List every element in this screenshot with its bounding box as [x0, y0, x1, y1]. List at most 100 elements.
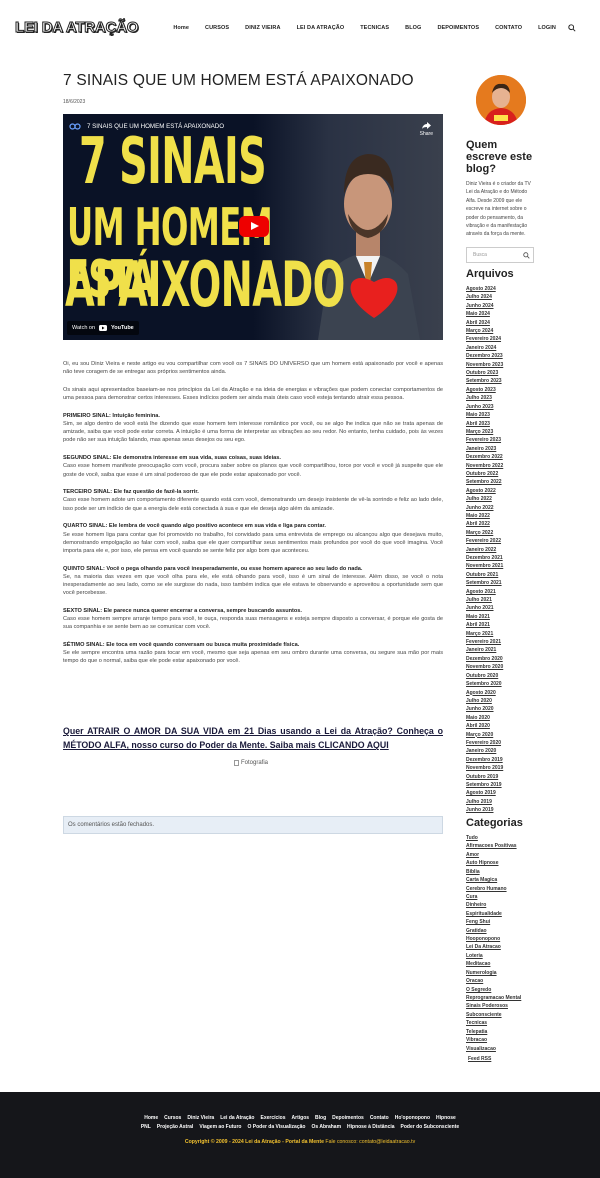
archive-link[interactable]: Dezembro 2023 — [466, 352, 503, 360]
archive-link[interactable]: Janeiro 2020 — [466, 747, 503, 755]
video-title[interactable]: 7 SINAIS QUE UM HOMEM ESTÁ APAIXONADO — [87, 123, 224, 130]
archive-link[interactable]: Agosto 2023 — [466, 386, 503, 394]
archive-link[interactable]: Setembro 2021 — [466, 579, 503, 587]
archive-link[interactable]: Março 2023 — [466, 428, 503, 436]
archive-link[interactable]: Julho 2024 — [466, 293, 503, 301]
metodo-alfa-cta-link[interactable]: Quer ATRAIR O AMOR DA SUA VIDA em 21 Dia… — [63, 724, 443, 752]
archive-link[interactable]: Outubro 2022 — [466, 470, 503, 478]
archive-link[interactable]: Outubro 2021 — [466, 571, 503, 579]
category-link[interactable]: Reprogramacao Mental — [466, 994, 521, 1002]
archive-link[interactable]: Abril 2023 — [466, 420, 503, 428]
category-link[interactable]: Amor — [466, 851, 521, 859]
category-link[interactable]: Vibracao — [466, 1036, 521, 1044]
archive-link[interactable]: Junho 2024 — [466, 302, 503, 310]
archive-link[interactable]: Setembro 2023 — [466, 377, 503, 385]
category-link[interactable]: O Segredo — [466, 986, 521, 994]
archive-link[interactable]: Julho 2019 — [466, 798, 503, 806]
footer-link[interactable]: Diniz Vieira — [187, 1115, 214, 1121]
category-link[interactable]: Auto Hipnose — [466, 859, 521, 867]
archive-link[interactable]: Março 2022 — [466, 529, 503, 537]
archive-link[interactable]: Setembro 2020 — [466, 680, 503, 688]
archive-link[interactable]: Fevereiro 2022 — [466, 537, 503, 545]
footer-link[interactable]: Hipnose à Distância — [347, 1124, 395, 1130]
nav-tecnicas[interactable]: TECNICAS — [360, 25, 389, 33]
archive-link[interactable]: Maio 2020 — [466, 714, 503, 722]
feed-rss-link[interactable]: Feed RSS — [468, 1056, 491, 1062]
category-link[interactable]: Sinais Poderosos — [466, 1002, 521, 1010]
category-link[interactable]: Tudo — [466, 834, 521, 842]
archive-link[interactable]: Outubro 2023 — [466, 369, 503, 377]
archive-link[interactable]: Dezembro 2022 — [466, 453, 503, 461]
footer-link[interactable]: Exercícios — [261, 1115, 286, 1121]
nav-cursos[interactable]: CURSOS — [205, 25, 229, 33]
archive-link[interactable]: Março 2021 — [466, 630, 503, 638]
archive-link[interactable]: Abril 2022 — [466, 520, 503, 528]
archive-link[interactable]: Fevereiro 2023 — [466, 436, 503, 444]
archive-link[interactable]: Julho 2022 — [466, 495, 503, 503]
category-link[interactable]: Oracao — [466, 977, 521, 985]
category-link[interactable]: Hooponopono — [466, 935, 521, 943]
play-button-icon[interactable] — [239, 216, 269, 237]
archive-link[interactable]: Novembro 2023 — [466, 361, 503, 369]
footer-link[interactable]: Projeção Astral — [157, 1124, 194, 1130]
footer-link[interactable]: Home — [144, 1115, 158, 1121]
archive-link[interactable]: Abril 2024 — [466, 319, 503, 327]
archive-link[interactable]: Dezembro 2021 — [466, 554, 503, 562]
channel-logo-icon[interactable] — [69, 122, 81, 131]
archive-link[interactable]: Agosto 2022 — [466, 487, 503, 495]
category-link[interactable]: Gratidao — [466, 927, 521, 935]
archive-link[interactable]: Outubro 2020 — [466, 672, 503, 680]
archive-link[interactable]: Março 2024 — [466, 327, 503, 335]
search-icon[interactable] — [568, 24, 576, 32]
footer-link[interactable]: Depoimentos — [332, 1115, 364, 1121]
archive-link[interactable]: Junho 2019 — [466, 806, 503, 814]
footer-link[interactable]: Cursos — [164, 1115, 181, 1121]
category-link[interactable]: Loteria — [466, 952, 521, 960]
search-icon[interactable] — [523, 252, 530, 259]
site-logo[interactable]: LEI DA ATRAÇÃO — [14, 19, 139, 37]
archive-link[interactable]: Janeiro 2024 — [466, 344, 503, 352]
contact-text[interactable]: Fale conosco: contato@leidaatracao.tv — [325, 1139, 415, 1145]
category-link[interactable]: Carta Magica — [466, 876, 521, 884]
nav-contato[interactable]: CONTATO — [495, 25, 522, 33]
archive-link[interactable]: Outubro 2019 — [466, 773, 503, 781]
archive-link[interactable]: Junho 2020 — [466, 705, 503, 713]
category-link[interactable]: Biblia — [466, 868, 521, 876]
archive-link[interactable]: Dezembro 2019 — [466, 756, 503, 764]
category-link[interactable]: Tecnicas — [466, 1019, 521, 1027]
footer-link[interactable]: Ho'oponopono — [395, 1115, 430, 1121]
category-link[interactable]: Subconsciente — [466, 1011, 521, 1019]
archive-link[interactable]: Fevereiro 2020 — [466, 739, 503, 747]
footer-link[interactable]: Blog — [315, 1115, 326, 1121]
sidebar-search-input[interactable]: Busca — [466, 247, 534, 263]
nav-blog[interactable]: BLOG — [405, 25, 421, 33]
archive-link[interactable]: Junho 2022 — [466, 504, 503, 512]
archive-link[interactable]: Maio 2023 — [466, 411, 503, 419]
archive-link[interactable]: Novembro 2021 — [466, 562, 503, 570]
archive-link[interactable]: Novembro 2020 — [466, 663, 503, 671]
nav-home[interactable]: Home — [173, 25, 189, 33]
nav-lei-da-atracao[interactable]: LEI DA ATRAÇÃO — [297, 25, 345, 33]
category-link[interactable]: Espiritualidade — [466, 910, 521, 918]
archive-link[interactable]: Agosto 2020 — [466, 689, 503, 697]
category-link[interactable]: Telepatia — [466, 1028, 521, 1036]
footer-link[interactable]: Lei da Atração — [220, 1115, 254, 1121]
footer-link[interactable]: PNL — [141, 1124, 151, 1130]
archive-link[interactable]: Março 2020 — [466, 731, 503, 739]
archive-link[interactable]: Dezembro 2020 — [466, 655, 503, 663]
archive-link[interactable]: Julho 2020 — [466, 697, 503, 705]
archive-link[interactable]: Maio 2021 — [466, 613, 503, 621]
archive-link[interactable]: Janeiro 2022 — [466, 546, 503, 554]
footer-link[interactable]: Os Abraham — [311, 1124, 341, 1130]
archive-link[interactable]: Setembro 2022 — [466, 478, 503, 486]
nav-login[interactable]: LOGIN — [538, 25, 556, 33]
archive-link[interactable]: Julho 2021 — [466, 596, 503, 604]
footer-link[interactable]: Poder do Subconsciente — [401, 1124, 460, 1130]
archive-link[interactable]: Agosto 2024 — [466, 285, 503, 293]
category-link[interactable]: Cerebro Humano — [466, 885, 521, 893]
archive-link[interactable]: Janeiro 2021 — [466, 646, 503, 654]
youtube-video-embed[interactable]: 7 SINAIS UM HOMEM ESTÁ APAIXONADO 7 SINA… — [63, 114, 443, 340]
archive-link[interactable]: Fevereiro 2021 — [466, 638, 503, 646]
archive-link[interactable]: Fevereiro 2024 — [466, 335, 503, 343]
category-link[interactable]: Lei Da Atracao — [466, 943, 521, 951]
